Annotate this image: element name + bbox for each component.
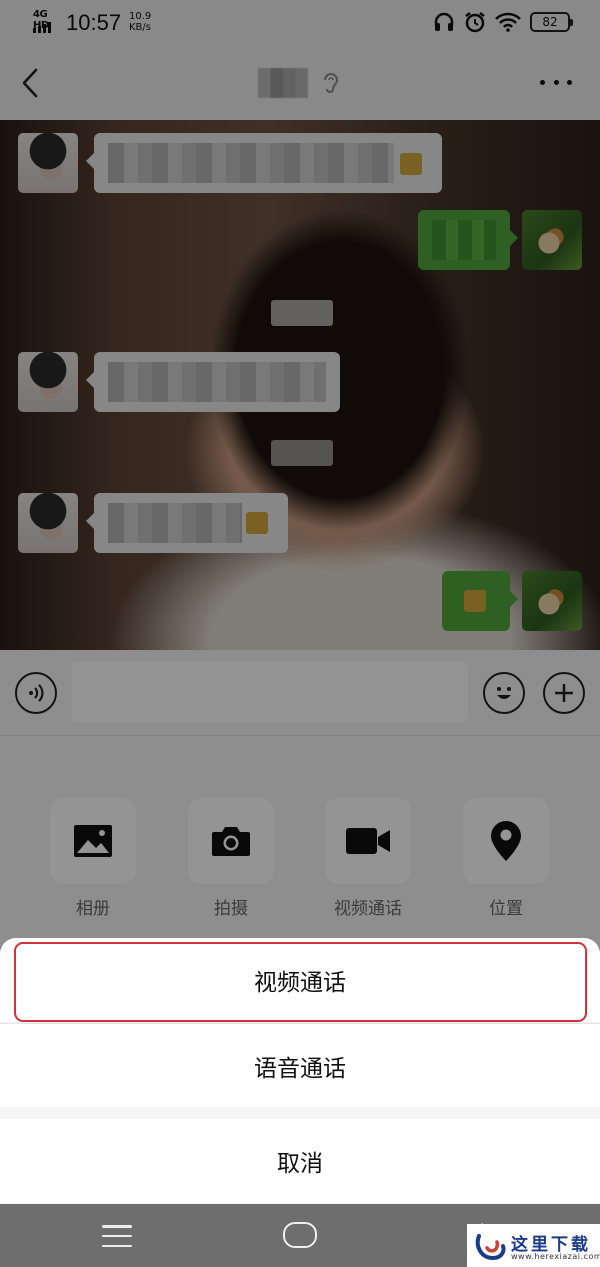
girl-avatar[interactable]: [18, 352, 78, 412]
cat-avatar[interactable]: [522, 571, 582, 631]
video-call-option[interactable]: 视频通话: [0, 938, 600, 1022]
back-icon[interactable]: [18, 66, 42, 100]
tools-panel: 相册 拍摄 视频通话 位置: [0, 736, 600, 946]
message-bubble[interactable]: [442, 571, 518, 631]
location-icon[interactable]: [463, 798, 549, 884]
emoji-icon[interactable]: [483, 672, 525, 714]
tool-label: 视频通话: [334, 899, 402, 919]
message-bubble[interactable]: [86, 493, 288, 553]
speed-value: 10.9: [129, 11, 152, 22]
message-bubble[interactable]: [86, 133, 442, 193]
network-indicator: 4G HD: [33, 9, 61, 33]
plus-icon[interactable]: [543, 672, 585, 714]
status-icons: 82: [433, 11, 573, 33]
home-icon[interactable]: [283, 1222, 317, 1248]
message-bubble[interactable]: [418, 210, 518, 270]
battery-icon: 82: [530, 12, 573, 32]
net-speed: 10.9 KB/s: [129, 11, 151, 33]
tool-album[interactable]: 相册: [50, 798, 136, 919]
image-icon[interactable]: [50, 798, 136, 884]
girl-avatar[interactable]: [18, 133, 78, 193]
headset-icon: [434, 12, 454, 31]
message-bubble[interactable]: [86, 352, 340, 412]
input-bar: [0, 650, 600, 736]
message-input[interactable]: [72, 662, 468, 722]
voice-icon[interactable]: [15, 672, 57, 714]
watermark: 这里下载 www.herexiazai.com: [467, 1224, 600, 1267]
cancel-button[interactable]: 取消: [0, 1119, 600, 1203]
girl-avatar[interactable]: [18, 493, 78, 553]
tool-label: 拍摄: [214, 899, 248, 919]
action-sheet: 视频通话 语音通话 取消: [0, 938, 600, 1204]
contact-name: [258, 68, 308, 98]
tool-video-call[interactable]: 视频通话: [325, 798, 411, 919]
more-icon[interactable]: [540, 80, 572, 88]
wifi-icon: [495, 12, 521, 32]
tool-camera[interactable]: 拍摄: [188, 798, 274, 919]
watermark-url: www.herexiazai.com: [511, 1252, 600, 1261]
tool-label: 位置: [489, 899, 523, 919]
chat-area: [0, 120, 600, 650]
watermark-logo-icon: [475, 1234, 506, 1261]
speed-unit: KB/s: [129, 22, 151, 33]
voice-call-option[interactable]: 语音通话: [0, 1023, 600, 1107]
tool-location[interactable]: 位置: [463, 798, 549, 919]
time-divider: [271, 300, 333, 326]
alarm-icon: [465, 12, 485, 33]
status-bar: 4G HD 10:57 10.9 KB/s 82: [0, 0, 600, 48]
video-icon[interactable]: [325, 798, 411, 884]
signal-icon: [33, 22, 51, 33]
menu-icon[interactable]: [102, 1225, 132, 1247]
ear-icon: [324, 73, 339, 93]
cat-avatar[interactable]: [522, 210, 582, 270]
tool-label: 相册: [76, 899, 110, 919]
clock: 10:57: [66, 10, 122, 35]
camera-icon[interactable]: [188, 798, 274, 884]
time-divider: [271, 440, 333, 466]
chat-header: [0, 48, 600, 120]
